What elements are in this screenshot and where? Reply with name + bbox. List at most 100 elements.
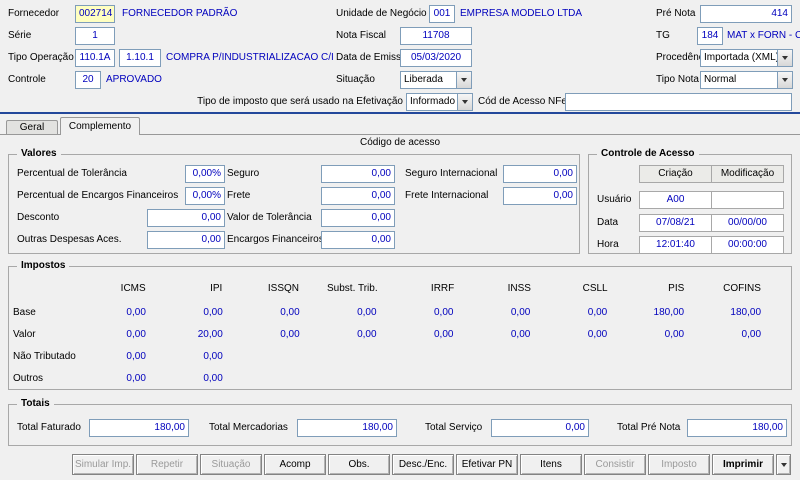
tipo-operacao-code1-field[interactable]: 110.1A [75, 49, 115, 67]
tipo-nota-dropdown-button[interactable] [777, 72, 792, 88]
frete-label: Frete [227, 190, 251, 201]
situacao-value: Liberada [404, 74, 443, 85]
header-separator [0, 112, 800, 114]
unidade-negocio-code-field[interactable]: 001 [429, 5, 455, 23]
repetir-button[interactable]: Repetir [136, 454, 198, 475]
total-servico-label: Total Serviço [425, 422, 483, 433]
controle-acesso-group: Controle de Acesso Criação Modificação U… [588, 147, 792, 254]
tipo-imposto-dropdown-button[interactable] [457, 94, 472, 110]
impostos-row-base: Base 0,00 0,00 0,00 0,00 0,00 0,00 0,00 … [13, 305, 789, 321]
perc-encargos-field[interactable]: 0,00% [185, 187, 225, 205]
impostos-col-ipi: IPI [210, 283, 223, 294]
impostos-col-inss: INSS [507, 283, 531, 294]
data-modificacao-value: 00/00/00 [711, 214, 784, 232]
desc-enc-button[interactable]: Desc./Enc. [392, 454, 454, 475]
chevron-down-icon [782, 56, 788, 60]
procedencia-dropdown-button[interactable] [777, 50, 792, 66]
data-emissao-field[interactable]: 05/03/2020 [400, 49, 472, 67]
tipo-operacao-desc: COMPRA P/INDUSTRIALIZACAO C/ICMS [166, 52, 334, 63]
base-issqn: 0,00 [280, 307, 300, 318]
total-mercadorias-field[interactable]: 180,00 [297, 419, 397, 437]
desconto-field[interactable]: 0,00 [147, 209, 225, 227]
cod-acesso-nfe-field[interactable] [565, 93, 792, 111]
base-icms: 0,00 [126, 307, 146, 318]
imprimir-button[interactable]: Imprimir [712, 454, 774, 475]
usuario-criacao-value: A00 [639, 191, 712, 209]
seguro-internacional-field[interactable]: 0,00 [503, 165, 577, 183]
hora-modificacao-value: 00:00:00 [711, 236, 784, 254]
controle-code-field[interactable]: 20 [75, 71, 101, 89]
impostos-col-subst-trib: Subst. Trib. [327, 283, 378, 294]
valor-tolerancia-field[interactable]: 0,00 [321, 209, 395, 227]
imposto-button[interactable]: Imposto [648, 454, 710, 475]
unidade-negocio-name: EMPRESA MODELO LTDA [460, 8, 583, 19]
valor-ipi: 20,00 [197, 329, 223, 340]
impostos-col-issqn: ISSQN [267, 283, 300, 294]
fornecedor-code-field[interactable]: 002714 [75, 5, 115, 23]
tab-geral[interactable]: Geral [6, 120, 58, 134]
consistir-button[interactable]: Consistir [584, 454, 646, 475]
tipo-nota-combo[interactable]: Normal [700, 71, 793, 89]
unidade-negocio-label: Unidade de Negócio [336, 8, 427, 19]
nota-fiscal-label: Nota Fiscal [336, 30, 387, 41]
serie-field[interactable]: 1 [75, 27, 115, 45]
situacao-combo[interactable]: Liberada [400, 71, 472, 89]
valores-group: Valores Percentual de Tolerância 0,00% P… [8, 147, 580, 254]
frete-internacional-field[interactable]: 0,00 [503, 187, 577, 205]
impostos-header-row: ICMS IPI ISSQN Subst. Trib. IRRF INSS CS… [13, 281, 789, 297]
valor-pis: 0,00 [664, 329, 685, 340]
valor-tolerancia-label: Valor de Tolerância [227, 212, 312, 223]
chevron-down-icon [461, 78, 467, 82]
valores-group-title: Valores [17, 147, 61, 161]
fornecedor-label: Fornecedor [8, 8, 60, 19]
efetivar-pn-button[interactable]: Efetivar PN [456, 454, 518, 475]
impostos-group: Impostos ICMS IPI ISSQN Subst. Trib. IRR… [8, 259, 792, 390]
situacao-label: Situação [336, 74, 375, 85]
perc-tolerancia-label: Percentual de Tolerância [17, 168, 127, 179]
valor-inss: 0,00 [510, 329, 531, 340]
tipo-imposto-label: Tipo de imposto que será usado na Efetiv… [197, 96, 403, 107]
itens-button[interactable]: Itens [520, 454, 582, 475]
impostos-col-icms: ICMS [120, 283, 146, 294]
cod-acesso-nfe-label: Cód de Acesso NFe [478, 96, 567, 107]
situacao-button[interactable]: Situação [200, 454, 262, 475]
tipo-imposto-combo[interactable]: Informado [406, 93, 473, 111]
tg-name: MAT x FORN - CR [727, 30, 800, 41]
total-servico-field[interactable]: 0,00 [491, 419, 589, 437]
procedencia-combo[interactable]: Importada (XML) [700, 49, 793, 67]
situacao-dropdown-button[interactable] [456, 72, 471, 88]
total-pre-nota-field[interactable]: 180,00 [687, 419, 787, 437]
tg-label: TG [656, 30, 670, 41]
nota-fiscal-field[interactable]: 11708 [400, 27, 472, 45]
tab-complemento[interactable]: Complemento [60, 117, 140, 135]
valor-csll: 0,00 [587, 329, 608, 340]
usuario-modificacao-value [711, 191, 784, 209]
valor-icms: 0,00 [126, 329, 146, 340]
base-inss: 0,00 [510, 307, 531, 318]
total-mercadorias-label: Total Mercadorias [209, 422, 288, 433]
outras-despesas-field[interactable]: 0,00 [147, 231, 225, 249]
tipo-operacao-label: Tipo Operação [8, 52, 74, 63]
chevron-down-icon [462, 100, 468, 104]
encargos-financeiros-field[interactable]: 0,00 [321, 231, 395, 249]
seguro-field[interactable]: 0,00 [321, 165, 395, 183]
simular-imp-button[interactable]: Simular Imp. [72, 454, 134, 475]
total-faturado-field[interactable]: 180,00 [89, 419, 189, 437]
pre-nota-field[interactable]: 414 [700, 5, 792, 23]
perc-tolerancia-field[interactable]: 0,00% [185, 165, 225, 183]
nao-trib-icms: 0,00 [126, 351, 146, 362]
more-actions-dropdown-button[interactable] [776, 454, 791, 475]
obs-button[interactable]: Obs. [328, 454, 390, 475]
valor-cofins: 0,00 [741, 329, 762, 340]
frete-field[interactable]: 0,00 [321, 187, 395, 205]
totais-group-title: Totais [17, 397, 54, 411]
tg-code-field[interactable]: 184 [697, 27, 723, 45]
valor-issqn: 0,00 [280, 329, 300, 340]
base-subst-trib: 0,00 [357, 307, 377, 318]
valor-subst-trib: 0,00 [357, 329, 377, 340]
base-csll: 0,00 [587, 307, 608, 318]
acomp-button[interactable]: Acomp [264, 454, 326, 475]
tipo-operacao-code2-field[interactable]: 1.10.1 [119, 49, 161, 67]
total-faturado-label: Total Faturado [17, 422, 81, 433]
tipo-nota-value: Normal [704, 74, 737, 85]
